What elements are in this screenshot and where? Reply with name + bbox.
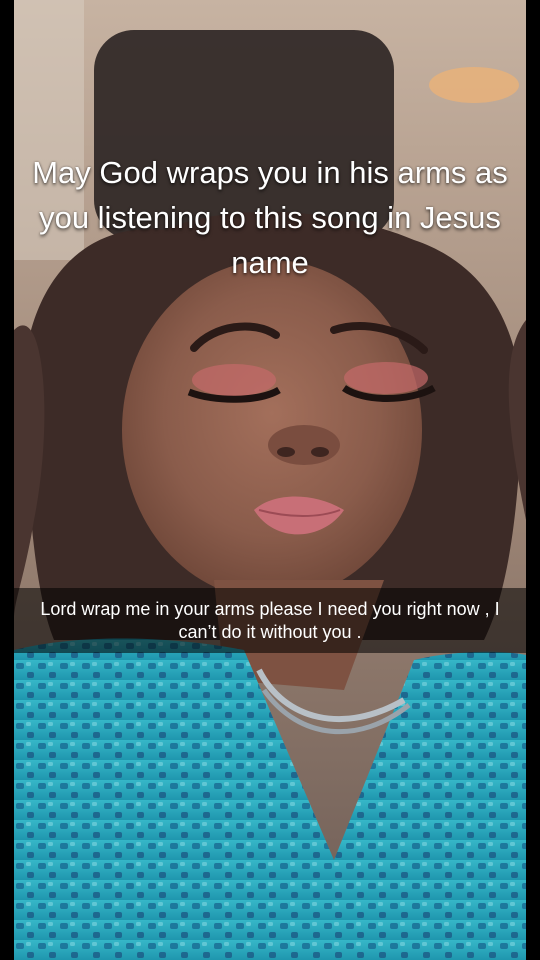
left-letterbox	[0, 0, 14, 960]
right-letterbox	[526, 0, 540, 960]
caption-text: Lord wrap me in your arms please I need …	[40, 598, 500, 642]
background-photo	[14, 0, 526, 960]
story-overlay-text: May God wraps you in his arms as you lis…	[32, 155, 508, 280]
caption-bar: Lord wrap me in your arms please I need …	[14, 588, 526, 653]
story-frame: May God wraps you in his arms as you lis…	[0, 0, 540, 960]
